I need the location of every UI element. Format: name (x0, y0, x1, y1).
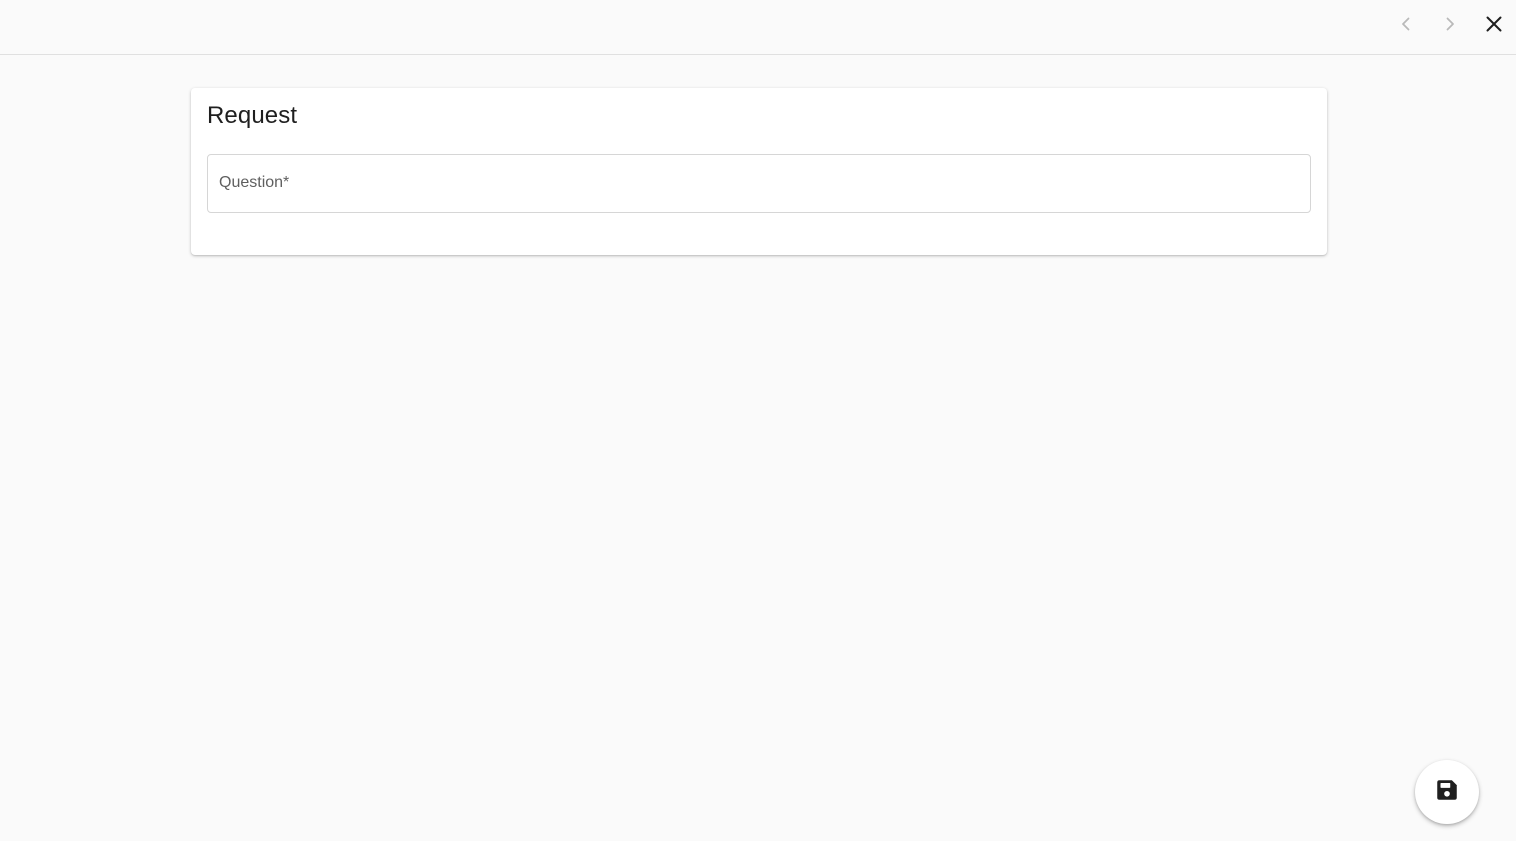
card-title: Request (207, 102, 298, 129)
top-bar-actions (1384, 0, 1516, 48)
chevron-left-icon (1396, 14, 1416, 34)
top-bar (0, 0, 1516, 55)
close-button[interactable] (1472, 2, 1516, 46)
next-button[interactable] (1428, 2, 1472, 46)
request-card: Request Question* (191, 88, 1327, 255)
save-icon (1434, 777, 1460, 808)
app-window: Request Question* (0, 0, 1516, 841)
question-field[interactable]: Question* (207, 154, 1311, 213)
question-input[interactable] (219, 173, 1289, 195)
save-button[interactable] (1415, 760, 1479, 824)
close-icon (1484, 14, 1504, 34)
previous-button[interactable] (1384, 2, 1428, 46)
chevron-right-icon (1440, 14, 1460, 34)
